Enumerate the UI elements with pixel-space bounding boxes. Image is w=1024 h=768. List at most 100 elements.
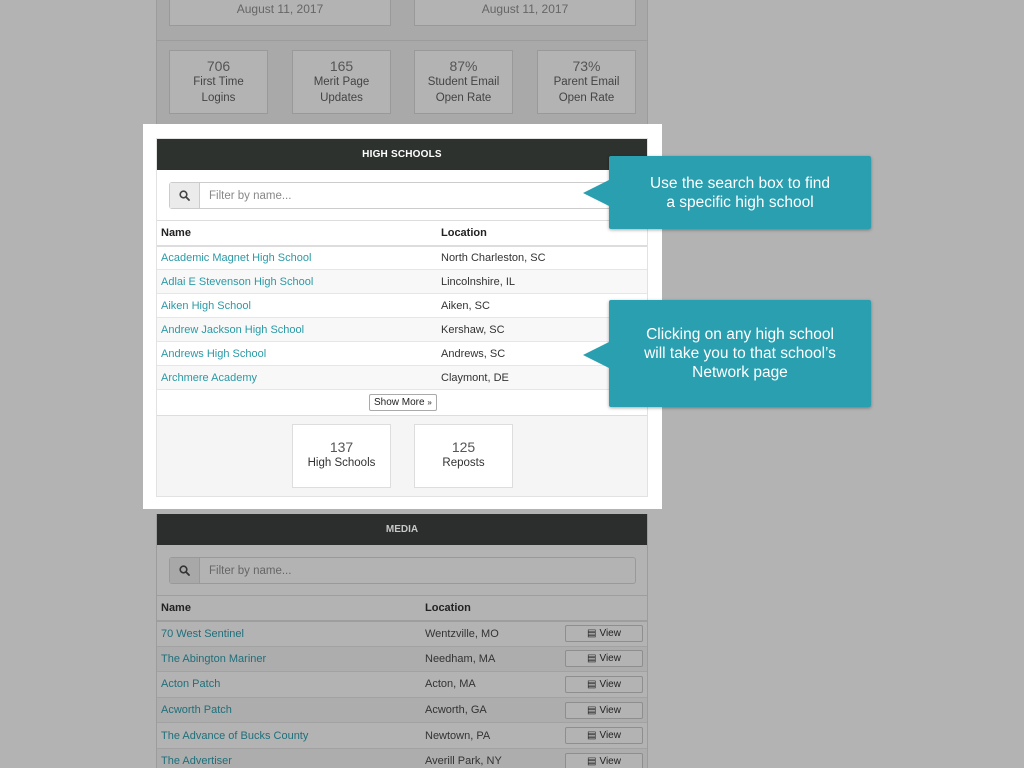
stat-label: Open Rate: [558, 92, 615, 104]
stat-value: 165: [329, 58, 354, 74]
column-header-actions: [561, 595, 647, 622]
view-label: View: [599, 704, 621, 716]
media-link[interactable]: 70 West Sentinel: [161, 628, 244, 640]
callout-text: will take you to that school’s: [644, 345, 836, 362]
high-schools-search-box[interactable]: [169, 182, 636, 209]
newspaper-icon: ▤: [587, 628, 597, 640]
media-link[interactable]: The Abington Mariner: [161, 653, 266, 665]
stat-label: Merit Page: [313, 76, 370, 88]
callout-text: Network page: [692, 364, 788, 381]
table-row[interactable]: Andrew Jackson High School Kershaw, SC: [157, 317, 647, 342]
media-panel: MEDIA Name Location 70 West Sentinel Wen…: [156, 514, 648, 768]
stat-value: 125: [451, 439, 476, 455]
callout-text: Clicking on any high school: [646, 326, 834, 343]
show-more-label: Show More: [374, 397, 425, 408]
high-schools-search-row: [157, 170, 647, 220]
search-tip-callout: Use the search box to find a specific hi…: [583, 156, 871, 229]
media-link[interactable]: Acton Patch: [161, 678, 220, 690]
stat-label: Student Email: [427, 76, 500, 88]
show-more-button[interactable]: Show More »: [369, 394, 437, 411]
newspaper-icon: ▤: [587, 755, 597, 767]
callout-text: Use the search box to find: [649, 174, 831, 192]
stat-card-first-time-logins: 706 First Time Logins: [169, 50, 268, 114]
media-location: Acworth, GA: [421, 697, 561, 724]
double-chevron-down-icon: »: [427, 398, 432, 407]
high-schools-header: HIGH SCHOOLS: [157, 139, 647, 170]
view-label: View: [599, 678, 621, 690]
media-header: MEDIA: [157, 514, 647, 545]
table-row[interactable]: The Advertiser Averill Park, NY ▤ View: [157, 748, 647, 768]
school-link[interactable]: Archmere Academy: [161, 372, 257, 384]
date-box-right: August 11, 2017: [414, 0, 636, 26]
school-link[interactable]: Aiken High School: [161, 300, 251, 312]
table-row[interactable]: Acworth Patch Acworth, GA ▤ View: [157, 697, 647, 724]
school-link[interactable]: Andrews High School: [161, 348, 266, 360]
table-row[interactable]: 70 West Sentinel Wentzville, MO ▤ View: [157, 620, 647, 647]
table-row[interactable]: Aiken High School Aiken, SC: [157, 293, 647, 318]
stat-label: Logins: [201, 92, 236, 104]
show-more-row: Show More »: [157, 390, 647, 416]
stat-card-merit-page-updates: 165 Merit Page Updates: [292, 50, 391, 114]
column-header-location[interactable]: Location: [421, 595, 561, 622]
newspaper-icon: ▤: [587, 653, 597, 665]
stat-card-reposts: 125 Reposts: [414, 424, 513, 488]
high-schools-stats: 137 High Schools 125 Reposts: [157, 416, 647, 517]
stat-label: Open Rate: [435, 92, 492, 104]
table-row[interactable]: The Abington Mariner Needham, MA ▤ View: [157, 646, 647, 673]
table-row[interactable]: Andrews High School Andrews, SC: [157, 341, 647, 366]
school-location: North Charleston, SC: [437, 245, 647, 270]
table-row[interactable]: Adlai E Stevenson High School Lincolnshi…: [157, 269, 647, 294]
high-schools-table: Name Location Academic Magnet High Schoo…: [157, 220, 647, 390]
view-button[interactable]: ▤ View: [565, 727, 643, 745]
stat-card-parent-email-open-rate: 73% Parent Email Open Rate: [537, 50, 636, 114]
stat-card-student-email-open-rate: 87% Student Email Open Rate: [414, 50, 513, 114]
view-label: View: [599, 653, 621, 665]
school-link[interactable]: Adlai E Stevenson High School: [161, 276, 313, 288]
media-link[interactable]: Acworth Patch: [161, 704, 232, 716]
date-box-left: August 11, 2017: [169, 0, 391, 26]
stat-label: Reposts: [442, 457, 485, 469]
search-icon: [170, 183, 200, 208]
stat-label: First Time: [193, 76, 244, 88]
view-label: View: [599, 628, 621, 640]
table-row[interactable]: Academic Magnet High School North Charle…: [157, 245, 647, 270]
click-tip-callout: Clicking on any high school will take yo…: [583, 300, 871, 407]
table-row[interactable]: Acton Patch Acton, MA ▤ View: [157, 671, 647, 698]
callout-text: a specific high school: [666, 193, 814, 211]
media-search-box[interactable]: [169, 557, 636, 584]
view-button[interactable]: ▤ View: [565, 675, 643, 693]
media-search-row: [157, 545, 647, 595]
school-link[interactable]: Andrew Jackson High School: [161, 324, 304, 336]
media-search-input[interactable]: [200, 558, 635, 583]
newspaper-icon: ▤: [587, 704, 597, 716]
high-schools-search-input[interactable]: [200, 183, 635, 208]
media-location: Averill Park, NY: [421, 748, 561, 768]
school-link[interactable]: Academic Magnet High School: [161, 252, 311, 264]
column-header-name[interactable]: Name: [157, 220, 437, 247]
view-button[interactable]: ▤ View: [565, 650, 643, 668]
media-link[interactable]: The Advertiser: [161, 755, 232, 767]
media-location: Wentzville, MO: [421, 620, 561, 647]
stat-label: Parent Email: [553, 76, 620, 88]
stat-card-high-schools: 137 High Schools: [292, 424, 391, 488]
media-table: Name Location 70 West Sentinel Wentzvill…: [157, 595, 647, 768]
view-button[interactable]: ▤ View: [565, 752, 643, 768]
search-icon: [170, 558, 200, 583]
media-location: Needham, MA: [421, 646, 561, 673]
table-row[interactable]: The Advance of Bucks County Newtown, PA …: [157, 722, 647, 749]
high-schools-panel: HIGH SCHOOLS Name Location Academic Magn…: [156, 138, 648, 497]
view-button[interactable]: ▤ View: [565, 625, 643, 643]
stat-value: 706: [206, 58, 231, 74]
newspaper-icon: ▤: [587, 730, 597, 742]
stat-value: 87%: [449, 58, 478, 74]
media-location: Acton, MA: [421, 671, 561, 698]
divider: [157, 40, 647, 41]
top-stats-section: August 11, 2017 August 11, 2017 706 Firs…: [156, 0, 648, 124]
newspaper-icon: ▤: [587, 678, 597, 690]
column-header-name[interactable]: Name: [157, 595, 421, 622]
stat-label: High Schools: [307, 457, 376, 469]
media-link[interactable]: The Advance of Bucks County: [161, 730, 308, 742]
view-button[interactable]: ▤ View: [565, 701, 643, 719]
view-label: View: [599, 730, 621, 742]
table-row[interactable]: Archmere Academy Claymont, DE: [157, 365, 647, 390]
